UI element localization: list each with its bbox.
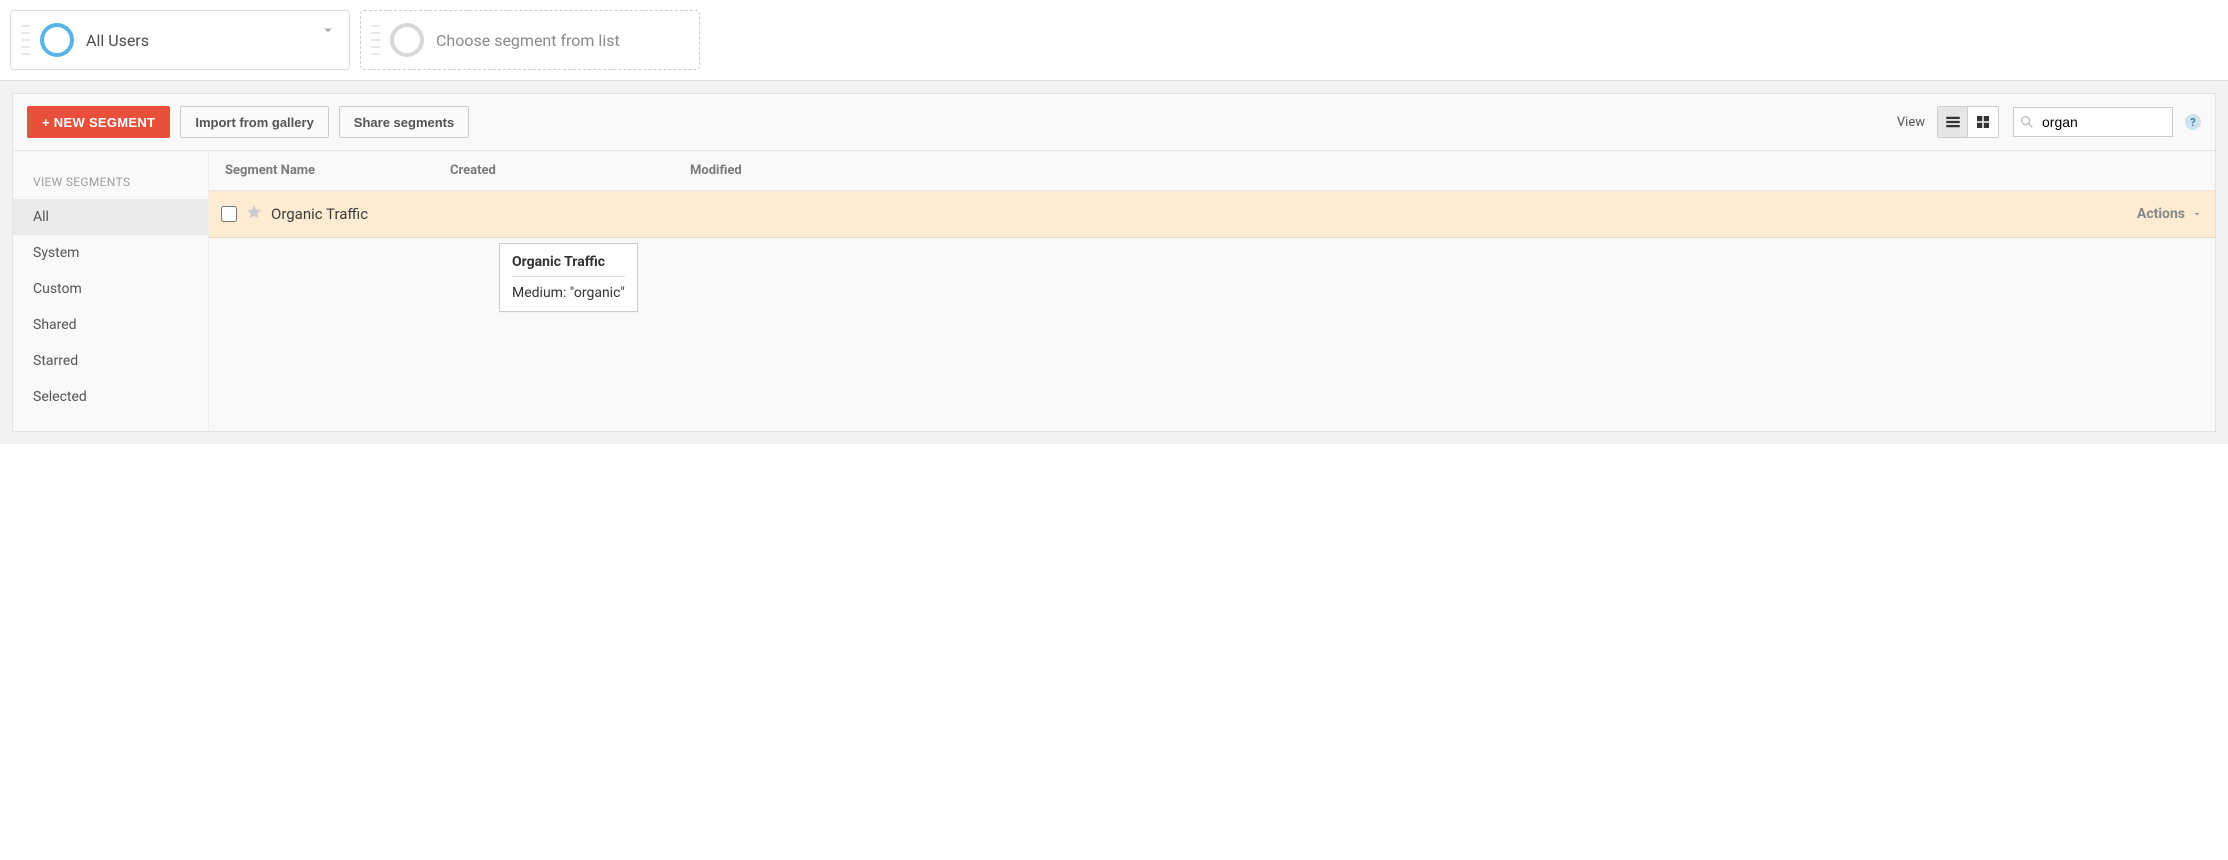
segment-chip-label: All Users (86, 31, 149, 50)
sidebar: VIEW SEGMENTS All System Custom Shared S… (13, 151, 209, 431)
import-gallery-button[interactable]: Import from gallery (180, 106, 328, 138)
panel-body: VIEW SEGMENTS All System Custom Shared S… (13, 151, 2215, 431)
sidebar-item-shared[interactable]: Shared (13, 307, 208, 343)
list-view-icon[interactable] (1938, 107, 1968, 137)
chevron-down-icon[interactable] (319, 21, 337, 43)
search-icon (2019, 114, 2035, 130)
segment-tooltip: Organic Traffic Medium: "organic" (499, 243, 638, 312)
cell-name: Organic Traffic (209, 191, 434, 237)
col-header-actions (2055, 151, 2215, 190)
segment-circle-icon (40, 23, 74, 57)
help-icon[interactable]: ? (2185, 114, 2201, 130)
search-input[interactable] (2013, 107, 2173, 137)
star-icon[interactable] (245, 203, 263, 225)
content-area: Segment Name Created Modified Organic Tr… (209, 151, 2215, 431)
view-label: View (1897, 115, 1925, 130)
cell-modified (674, 202, 2055, 226)
row-checkbox[interactable] (221, 206, 237, 222)
tooltip-body: Medium: "organic" (512, 285, 625, 301)
segment-chip-add[interactable]: Choose segment from list (360, 10, 700, 70)
segment-chips-bar: All Users Choose segment from list (0, 0, 2228, 78)
col-header-modified[interactable]: Modified (674, 151, 2055, 190)
drag-handle-icon (371, 25, 380, 55)
row-segment-name: Organic Traffic (271, 205, 368, 223)
sidebar-header: VIEW SEGMENTS (13, 175, 208, 199)
new-segment-button[interactable]: + New Segment (27, 106, 170, 138)
segment-chip-add-label: Choose segment from list (436, 31, 620, 50)
search-wrap (2013, 107, 2173, 137)
caret-down-icon (2191, 208, 2203, 220)
tooltip-title: Organic Traffic (512, 254, 625, 277)
grid-view-icon[interactable] (1968, 107, 1998, 137)
col-header-created[interactable]: Created (434, 151, 674, 190)
cell-created (434, 202, 674, 226)
drag-handle-icon[interactable] (21, 25, 30, 55)
sidebar-item-selected[interactable]: Selected (13, 379, 208, 415)
row-actions-button[interactable]: Actions (2055, 194, 2215, 234)
view-toggle-group (1937, 106, 1999, 138)
col-header-name[interactable]: Segment Name (209, 151, 434, 190)
actions-label: Actions (2137, 206, 2185, 222)
segment-circle-icon (390, 23, 424, 57)
table-row[interactable]: Organic Traffic Actions (209, 191, 2215, 238)
sidebar-item-custom[interactable]: Custom (13, 271, 208, 307)
toolbar: + New Segment Import from gallery Share … (13, 94, 2215, 151)
segment-chip-all-users[interactable]: All Users (10, 10, 350, 70)
segments-panel: + New Segment Import from gallery Share … (12, 93, 2216, 432)
share-segments-button[interactable]: Share segments (339, 106, 469, 138)
sidebar-item-system[interactable]: System (13, 235, 208, 271)
sidebar-item-starred[interactable]: Starred (13, 343, 208, 379)
panel-wrap: + New Segment Import from gallery Share … (0, 81, 2228, 444)
table-header: Segment Name Created Modified (209, 151, 2215, 191)
sidebar-item-all[interactable]: All (13, 199, 208, 235)
